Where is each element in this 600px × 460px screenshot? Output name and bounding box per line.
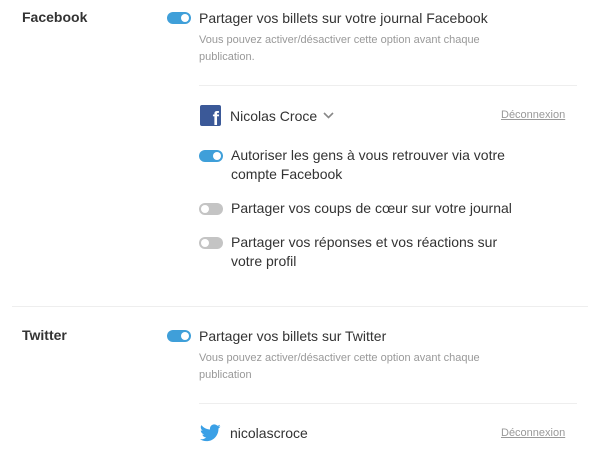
facebook-account-name[interactable]: Nicolas Croce <box>230 107 317 125</box>
twitter-inner-divider <box>199 403 577 404</box>
twitter-account-name[interactable]: nicolascroce <box>230 424 308 442</box>
section-divider <box>12 306 588 307</box>
twitter-share-row: Partager vos billets sur Twitter <box>167 327 386 346</box>
twitter-share-label: Partager vos billets sur Twitter <box>199 328 387 344</box>
facebook-option-responses-line2: votre profil <box>231 253 297 269</box>
facebook-share-desc-line1: Vous pouvez activer/désactiver cette opt… <box>199 34 480 46</box>
twitter-icon <box>200 424 221 442</box>
facebook-option-likes: Partager vos coups de cœur sur votre jou… <box>199 199 512 218</box>
facebook-option-responses-line1: Partager vos réponses et vos réactions s… <box>231 234 498 250</box>
facebook-option-responses: Partager vos réponses et vos réactions s… <box>199 233 497 271</box>
twitter-share-desc-line2: publication <box>199 369 252 381</box>
facebook-share-description: Vous pouvez activer/désactiver cette opt… <box>199 32 480 66</box>
twitter-section-title: Twitter <box>22 327 67 343</box>
facebook-option-find-me: Autoriser les gens à vous retrouver via … <box>199 146 505 184</box>
twitter-disconnect-link[interactable]: Déconnexion <box>501 427 565 439</box>
facebook-inner-divider <box>199 85 577 86</box>
facebook-option-find-me-line2: compte Facebook <box>231 166 343 182</box>
facebook-account-row: f Nicolas Croce <box>200 105 334 126</box>
twitter-share-description: Vous pouvez activer/désactiver cette opt… <box>199 350 480 384</box>
facebook-option-find-me-toggle[interactable] <box>199 150 223 162</box>
twitter-account-row: nicolascroce <box>200 424 308 442</box>
facebook-option-responses-toggle[interactable] <box>199 237 223 249</box>
facebook-share-desc-line2: publication. <box>199 51 255 63</box>
twitter-share-toggle[interactable] <box>167 330 191 342</box>
facebook-section-title: Facebook <box>22 9 88 25</box>
facebook-option-find-me-line1: Autoriser les gens à vous retrouver via … <box>231 147 505 163</box>
social-settings-page: Facebook Partager vos billets sur votre … <box>0 0 600 460</box>
facebook-option-likes-label: Partager vos coups de cœur sur votre jou… <box>231 199 512 218</box>
facebook-disconnect-link[interactable]: Déconnexion <box>501 109 565 121</box>
facebook-option-find-me-label: Autoriser les gens à vous retrouver via … <box>231 146 505 184</box>
facebook-icon: f <box>200 105 221 126</box>
facebook-share-toggle[interactable] <box>167 12 191 24</box>
chevron-down-icon[interactable] <box>323 112 334 119</box>
facebook-share-row: Partager vos billets sur votre journal F… <box>167 9 488 28</box>
facebook-share-label: Partager vos billets sur votre journal F… <box>199 10 488 26</box>
facebook-option-responses-label: Partager vos réponses et vos réactions s… <box>231 233 497 271</box>
facebook-option-likes-toggle[interactable] <box>199 203 223 215</box>
facebook-option-likes-line1: Partager vos coups de cœur sur votre jou… <box>231 200 512 216</box>
twitter-share-desc-line1: Vous pouvez activer/désactiver cette opt… <box>199 352 480 364</box>
